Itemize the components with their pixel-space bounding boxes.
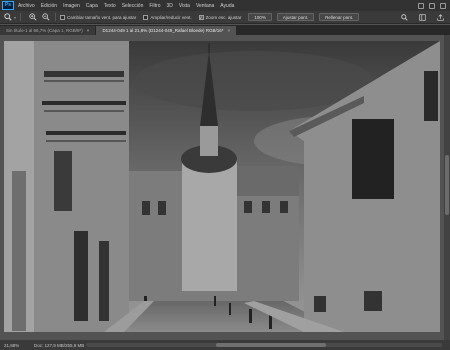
tab-label: D1244-049 1 al 21,8% (D1244-049_Rafael B… bbox=[102, 28, 224, 33]
minimize-icon[interactable] bbox=[418, 2, 424, 9]
status-bar: 21,88% Doc: 127,9 MB/255,9 MB bbox=[0, 340, 450, 350]
vertical-scrollbar[interactable] bbox=[444, 35, 450, 340]
menu-archivo[interactable]: Archivo bbox=[18, 3, 35, 9]
menu-ayuda[interactable]: Ayuda bbox=[220, 3, 234, 9]
doc-size-info[interactable]: Doc: 127,9 MB/255,9 MB bbox=[34, 343, 84, 348]
tab-untitled-document[interactable]: Sin título-1 al 66,7% (Capa 1, RGB/8*) × bbox=[0, 26, 96, 35]
document-canvas[interactable] bbox=[0, 35, 450, 340]
menu-vista[interactable]: Vista bbox=[179, 3, 190, 9]
horizontal-scrollbar[interactable] bbox=[86, 343, 442, 347]
menu-filtro[interactable]: Filtro bbox=[149, 3, 160, 9]
tool-preset-chevron-icon[interactable]: ▾ bbox=[14, 15, 16, 20]
share-icon[interactable] bbox=[435, 13, 445, 22]
tab-label: Sin título-1 al 66,7% (Capa 1, RGB/8*) bbox=[6, 28, 83, 33]
horizontal-scroll-thumb[interactable] bbox=[216, 343, 326, 347]
zoom-out-icon[interactable] bbox=[41, 13, 51, 22]
zoom-level[interactable]: 21,88% bbox=[4, 343, 30, 348]
photoshop-logo[interactable]: Ps bbox=[2, 1, 14, 10]
menu-capa[interactable]: Capa bbox=[86, 3, 98, 9]
fit-screen-button[interactable]: Ajustar pant. bbox=[276, 13, 315, 21]
close-window-icon[interactable] bbox=[440, 2, 446, 9]
search-icon[interactable] bbox=[399, 13, 409, 22]
close-tab-icon[interactable]: × bbox=[87, 28, 90, 33]
zoom-tool-icon[interactable] bbox=[3, 13, 13, 22]
zoom-100-button[interactable]: 100% bbox=[248, 13, 272, 21]
menu-texto[interactable]: Texto bbox=[104, 3, 116, 9]
checkbox-box-checked[interactable]: ✓ bbox=[198, 14, 204, 20]
menu-3d[interactable]: 3D bbox=[167, 3, 173, 9]
checkbox-label: Zoom esc. ajustar bbox=[205, 14, 242, 20]
checkbox-label: Ampliar/reducir vent. bbox=[150, 14, 192, 20]
menu-bar: Ps Archivo Edición Imagen Capa Texto Sel… bbox=[0, 0, 450, 11]
checkbox-box[interactable] bbox=[143, 14, 149, 20]
checkbox-box[interactable] bbox=[60, 14, 66, 20]
street-photo-illustration bbox=[4, 41, 440, 332]
photo-image[interactable] bbox=[4, 41, 440, 332]
menu-seleccion[interactable]: Selección bbox=[122, 3, 144, 9]
divider bbox=[20, 13, 22, 21]
checkbox-label: Cambiar tamaño vent. para ajustar bbox=[67, 14, 137, 20]
document-tab-bar: Sin título-1 al 66,7% (Capa 1, RGB/8*) ×… bbox=[0, 25, 450, 35]
menu-edicion[interactable]: Edición bbox=[41, 3, 57, 9]
workspace-icon[interactable] bbox=[417, 13, 427, 22]
fill-screen-button[interactable]: Rellenar pant. bbox=[319, 13, 360, 21]
zoom-in-icon[interactable] bbox=[28, 13, 38, 22]
maximize-icon[interactable] bbox=[429, 2, 435, 9]
menu-imagen[interactable]: Imagen bbox=[63, 3, 80, 9]
options-bar: ▾ Cambiar tamaño vent. para ajustar Ampl… bbox=[0, 11, 450, 24]
vertical-scroll-thumb[interactable] bbox=[445, 155, 449, 215]
tab-active-photo[interactable]: D1244-049 1 al 21,8% (D1244-049_Rafael B… bbox=[96, 26, 237, 35]
resize-windows-checkbox[interactable]: Cambiar tamaño vent. para ajustar bbox=[60, 14, 137, 20]
scrubby-zoom-checkbox[interactable]: ✓ Zoom esc. ajustar bbox=[198, 14, 242, 20]
divider bbox=[55, 13, 57, 21]
zoom-all-windows-checkbox[interactable]: Ampliar/reducir vent. bbox=[143, 14, 192, 20]
menu-ventana[interactable]: Ventana bbox=[196, 3, 214, 9]
close-tab-icon[interactable]: × bbox=[228, 28, 231, 33]
